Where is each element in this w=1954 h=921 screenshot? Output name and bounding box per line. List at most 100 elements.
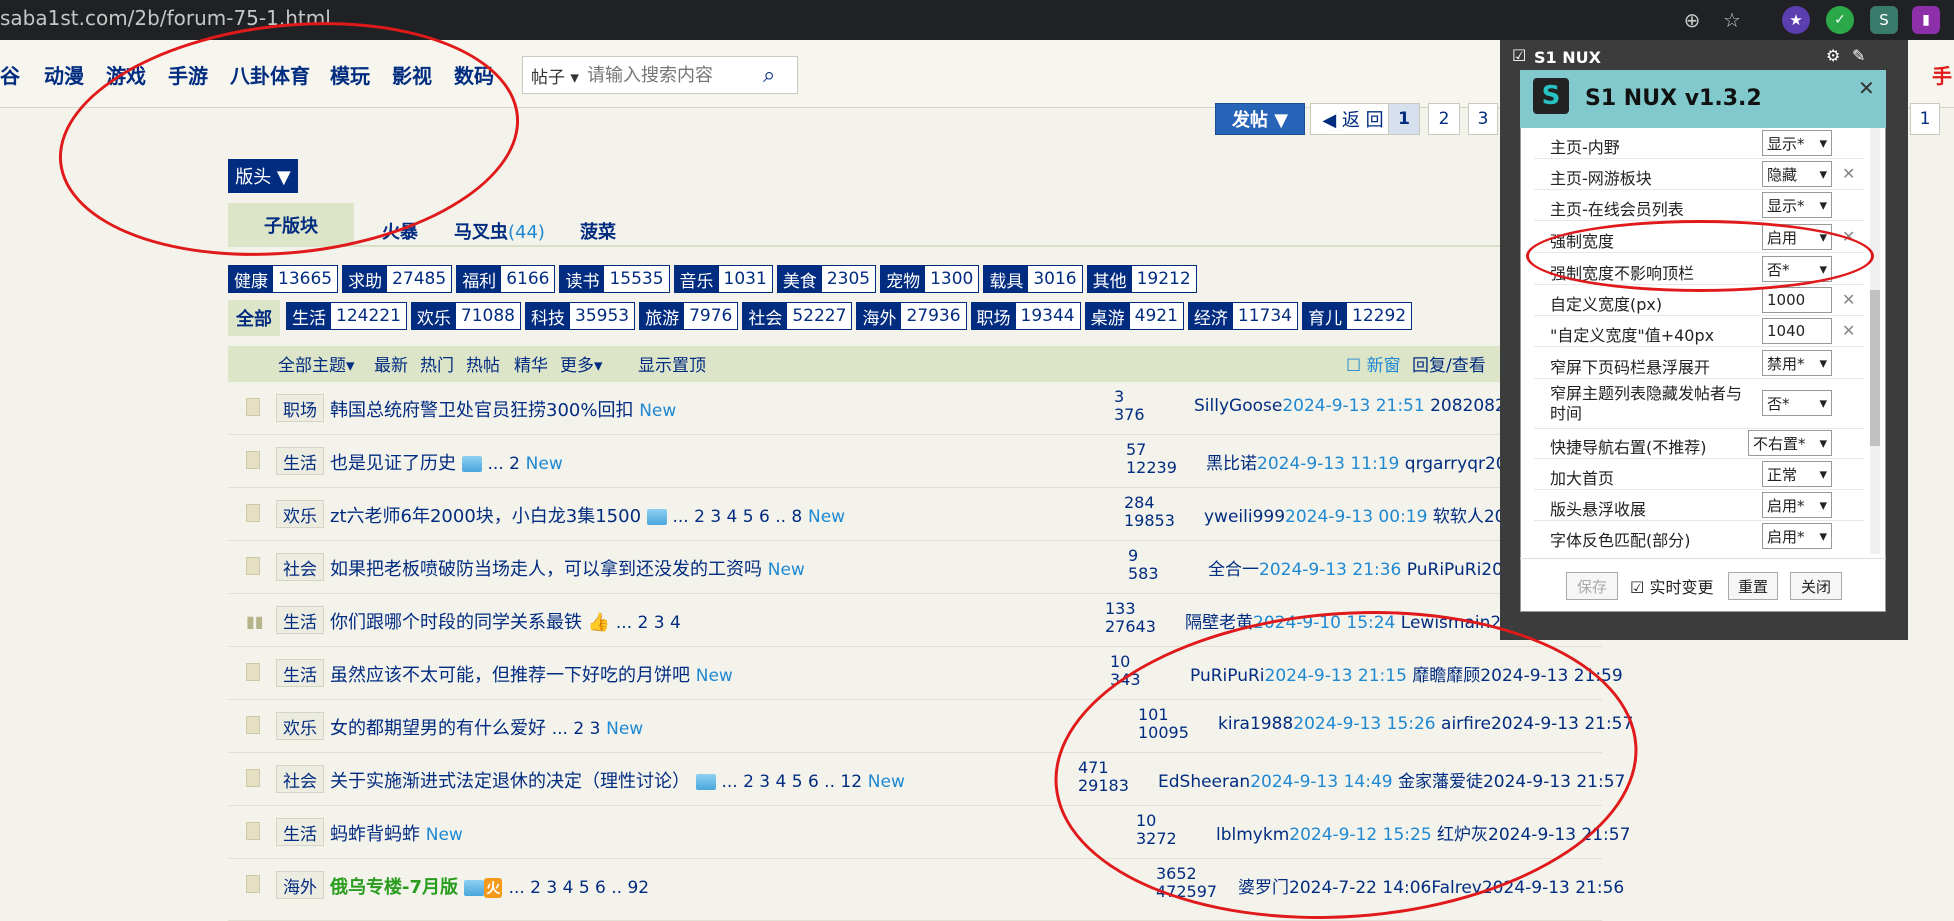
s1-nux-extension-icon[interactable]: S [1870,6,1898,34]
option-select[interactable]: 不右置* ▾ [1748,430,1832,456]
filter-hot[interactable]: 热门 [420,351,454,376]
filter-show-sticky[interactable]: 显示置顶 [638,351,706,376]
shield-extension-icon[interactable]: ✓ [1826,6,1854,34]
thread-pages[interactable]: ... 2 [487,454,519,474]
thread-title[interactable]: 虽然应该不太可能，但推荐一下好吃的月饼吧 [330,665,690,686]
thread-title[interactable]: 女的都期望男的有什么爱好 [330,718,546,739]
tag-jiankang[interactable]: 健康 13665 [228,265,339,293]
thread-tag[interactable]: 生活 [276,659,324,687]
thread-tag[interactable]: 社会 [276,765,324,793]
thread-tag[interactable]: 海外 [276,871,324,899]
option-select[interactable]: 隐藏 ▾ [1762,161,1832,187]
author-name[interactable]: yweili999 [1204,507,1285,527]
thread-tag[interactable]: 欢乐 [276,500,324,528]
thread-tag[interactable]: 社会 [276,553,324,581]
save-button[interactable]: 保存 [1566,572,1618,600]
thread-title[interactable]: 俄乌专楼-7月版 [330,877,458,898]
page-2-link[interactable]: 2 [1428,103,1460,135]
thread-pages[interactable]: ... 2 3 4 [616,613,681,633]
tag-zaiju[interactable]: 载具 3016 [983,265,1083,293]
subforum-machachong[interactable]: 马叉虫(44) [454,218,545,244]
page-1-right-link[interactable]: 1 [1910,103,1940,135]
option-select[interactable]: 禁用* ▾ [1762,350,1832,376]
filter-digest[interactable]: 精华 [514,351,548,376]
search-category-dropdown[interactable]: 帖子 ▾ [523,63,587,88]
extension-icon-4[interactable]: ▮ [1912,6,1940,34]
thread-title[interactable]: zt六老师6年2000块，小白龙3集1500 [330,506,641,527]
author-name[interactable]: 黑比诺 [1206,454,1257,474]
option-select[interactable]: 启用* ▾ [1762,523,1832,549]
option-select[interactable]: 否* ▾ [1762,390,1832,416]
new-window-toggle[interactable]: ☐ 新窗 [1346,351,1401,376]
gear-icon[interactable]: ⚙ [1826,46,1840,65]
thread-tag[interactable]: 生活 [276,447,324,475]
tag-qita[interactable]: 其他 19212 [1086,265,1197,293]
tag-yinyue[interactable]: 音乐 1031 [673,265,773,293]
bookmark-star-icon[interactable]: ☆ [1718,6,1746,34]
reset-option-icon[interactable]: ✕ [1842,290,1855,309]
nav-item-right-partial[interactable]: 手 [1932,60,1952,89]
thread-pages[interactable]: ... 2 3 4 5 6 .. 8 [673,507,803,527]
tag-shenghuo[interactable]: 生活 124221 [286,302,407,330]
page-3-link[interactable]: 3 [1468,103,1498,135]
option-select[interactable]: 显示* ▾ [1762,130,1832,156]
tag-all[interactable]: 全部 [228,300,280,336]
zoom-icon[interactable]: ⊕ [1678,6,1706,34]
author-name[interactable]: 全合一 [1208,560,1259,580]
thread-title[interactable]: 也是见证了历史 [330,453,456,474]
checkbox-icon[interactable]: ☑ [1512,46,1526,65]
close-button[interactable]: 关闭 [1790,572,1842,600]
tag-jingji[interactable]: 经济 11734 [1187,302,1298,330]
thread-tag[interactable]: 生活 [276,606,324,634]
tag-dushu[interactable]: 读书 15535 [559,265,670,293]
filter-more[interactable]: 更多▾ [560,351,603,376]
filter-latest[interactable]: 最新 [374,351,408,376]
thread-pages[interactable]: ... 2 3 [552,719,601,739]
filter-hot-posts[interactable]: 热帖 [466,351,500,376]
thread-pages[interactable]: ... 2 3 4 5 6 .. 12 [721,772,862,792]
thread-tag[interactable]: 生活 [276,818,324,846]
tag-zhichang[interactable]: 职场 19344 [970,302,1081,330]
nav-item-anime[interactable]: 动漫 [44,60,84,89]
scrollbar-thumb[interactable] [1870,290,1880,446]
reset-button[interactable]: 重置 [1728,572,1778,600]
tag-chongwu[interactable]: 宠物 1300 [880,265,980,293]
tag-qiuzhu[interactable]: 求助 27485 [342,265,453,293]
option-select[interactable]: 显示* ▾ [1762,192,1832,218]
tag-shehui[interactable]: 社会 52227 [742,302,853,330]
reset-option-icon[interactable]: ✕ [1842,321,1855,340]
width-input[interactable]: 1000 [1762,287,1832,313]
thread-pages[interactable]: ... 2 3 4 5 6 .. 92 [509,878,650,898]
tag-meishi[interactable]: 美食 2305 [776,265,877,293]
thread-title[interactable]: 韩国总统府警卫处官员狂捞300%回扣 [330,400,633,421]
thread-title[interactable]: 你们跟哪个时段的同学关系最铁 [330,612,582,633]
thread-tag[interactable]: 欢乐 [276,712,324,740]
reply-view-header[interactable]: 回复/查看 [1412,351,1486,376]
close-icon[interactable]: ✕ [1858,76,1875,100]
tag-lvyou[interactable]: 旅游 7976 [639,302,739,330]
tag-fuli[interactable]: 福利 6166 [456,265,556,293]
thread-title[interactable]: 关于实施渐进式法定退休的决定（理性讨论） [330,771,690,792]
filter-all-topics[interactable]: 全部主题▾ [278,351,355,376]
page-1-link[interactable]: 1 [1388,103,1420,135]
realtime-checkbox[interactable]: ☑ 实时变更 [1630,574,1713,598]
thread-title[interactable]: 蚂蚱背蚂蚱 [330,824,420,845]
search-input[interactable] [587,64,757,86]
thread-tag[interactable]: 职场 [276,394,324,422]
tag-huanle[interactable]: 欢乐 71088 [410,302,521,330]
reset-option-icon[interactable]: ✕ [1842,164,1855,183]
search-icon[interactable]: ⌕ [763,63,775,88]
tag-zhuoyou[interactable]: 桌游 4921 [1084,302,1184,330]
new-post-button[interactable]: 发帖 ▼ [1215,103,1305,135]
option-select[interactable]: 正常 ▾ [1762,461,1832,487]
back-button[interactable]: ◀ 返 回 [1310,103,1396,135]
extension-icon-1[interactable]: ★ [1782,6,1810,34]
tag-haiwai[interactable]: 海外 27936 [856,302,967,330]
thread-title[interactable]: 如果把老板喷破防当场走人，可以拿到还没发的工资吗 [330,559,762,580]
tag-yuer[interactable]: 育儿 12292 [1302,302,1413,330]
subforum-bocai[interactable]: 菠菜 [580,218,616,244]
pencil-icon[interactable]: ✎ [1852,46,1865,65]
nav-item-gu[interactable]: 谷 [0,60,20,89]
author-name[interactable]: SillyGoose [1194,396,1282,416]
width-plus-input[interactable]: 1040 [1762,318,1832,344]
